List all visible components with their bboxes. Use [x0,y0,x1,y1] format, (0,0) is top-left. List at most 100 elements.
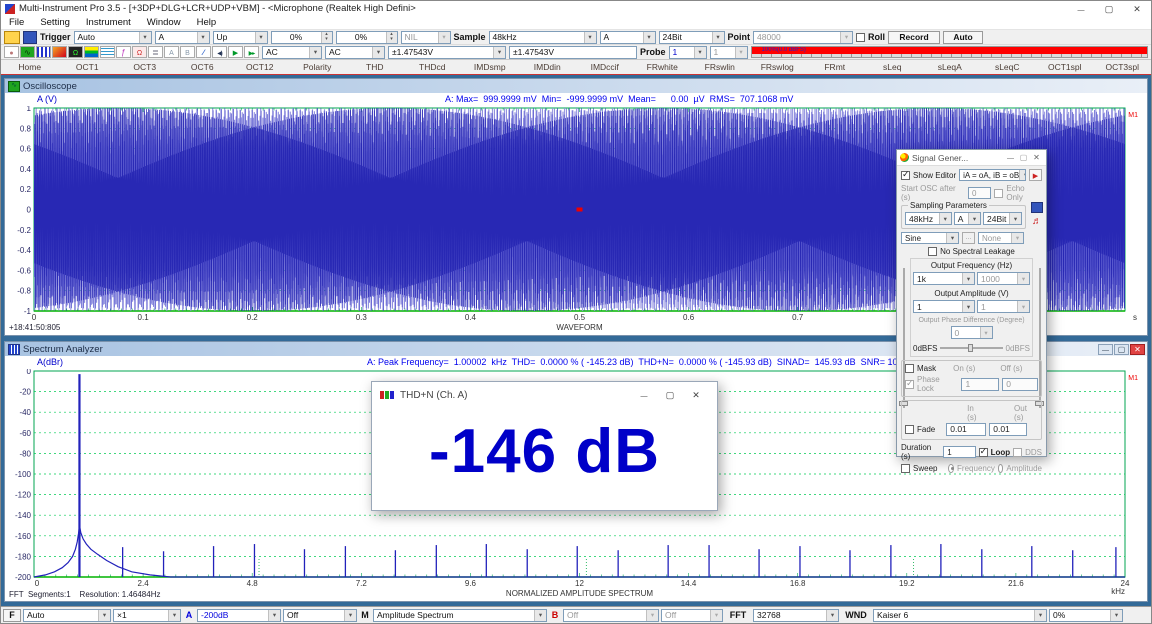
sample-channel-select[interactable]: A▾ [600,31,656,44]
generator-play-button[interactable] [1029,169,1042,181]
fade-checkbox[interactable] [905,425,914,434]
range-a-select[interactable]: ±1.47543V▾ [388,46,506,59]
data-logger-icon[interactable] [100,46,115,58]
spectrogram-icon[interactable] [84,46,99,58]
open-file-icon[interactable] [4,31,20,44]
mask-on-field[interactable]: 1 [961,378,999,391]
calibration-wrench-icon[interactable] [196,46,211,58]
menu-setting[interactable]: Setting [32,16,78,29]
sweep-frequency-radio[interactable] [948,464,954,473]
oscilloscope-icon[interactable] [20,46,35,58]
display-mode-select[interactable]: Amplitude Spectrum▾ [373,609,547,622]
duration-field[interactable]: 1 [943,446,975,458]
tab-oct3[interactable]: OCT3 [116,60,174,74]
loop-checkbox[interactable] [979,448,988,457]
show-editor-checkbox[interactable] [901,171,910,180]
tab-polarity[interactable]: Polarity [289,60,347,74]
sound-device-icon[interactable] [212,46,227,58]
gen-channel-select[interactable]: A▾ [954,212,981,225]
probe-a-select[interactable]: 1▾ [669,46,707,59]
start-osc-field[interactable]: 0 [968,187,991,199]
dds-checkbox[interactable] [1013,448,1022,457]
menu-window[interactable]: Window [139,16,189,29]
amplitude-value-field[interactable]: 1▾ [977,300,1030,313]
routing-select[interactable]: iA = oA, iB = oB▾ [959,169,1026,181]
no-spectral-leakage-checkbox[interactable] [928,247,937,256]
run-loop-icon[interactable] [244,46,259,58]
spinner-arrows-icon[interactable]: ▴▾ [386,32,397,43]
maximize-icon[interactable] [1095,2,1123,16]
phase-lock-checkbox[interactable] [905,380,914,389]
range-b-field[interactable]: ±1.47543V [509,46,637,59]
maximize-icon[interactable] [657,388,683,402]
thd-dialog-titlebar[interactable]: THD+N (Ch. A) [372,382,717,408]
save-signal-icon[interactable] [1031,202,1043,213]
music-note-icon[interactable] [1031,216,1043,228]
record-button[interactable]: Record [888,31,940,44]
trigger-level-spinner[interactable]: 0%▴▾ [271,31,333,44]
coupling-a-select[interactable]: AC▾ [262,46,322,59]
tab-frwhite[interactable]: FRwhite [634,60,692,74]
signal-generator-window[interactable]: Signal Gener... Show Editor iA = oA, iB … [896,149,1047,457]
device-test-plan-icon[interactable] [148,46,163,58]
echo-only-checkbox[interactable] [994,189,1003,198]
coupling-b-select[interactable]: AC▾ [325,46,385,59]
probe-b-select[interactable]: 1▾ [710,46,748,59]
menu-file[interactable]: File [1,16,32,29]
mask-off-field[interactable]: 0 [1002,378,1038,391]
fade-out-field[interactable]: 0.01 [989,423,1027,436]
tab-sleq[interactable]: sLeq [864,60,922,74]
spinner-arrows-icon[interactable]: ▴▾ [321,32,332,43]
channel-a-gain-icon[interactable] [164,46,179,58]
minimize-icon[interactable] [1098,344,1113,355]
tab-home[interactable]: Home [1,60,59,74]
zoom-select[interactable]: ×1▾ [113,609,181,622]
frequency-preset-select[interactable]: 1k▾ [913,272,975,285]
spectrum-analyzer-icon[interactable] [36,46,51,58]
menu-instrument[interactable]: Instrument [78,16,139,29]
thd-dialog[interactable]: THD+N (Ch. A) -146 dB [371,381,718,511]
menu-help[interactable]: Help [189,16,225,29]
tab-frswlog[interactable]: FRswlog [749,60,807,74]
maximize-icon[interactable] [1114,344,1129,355]
phase-value-field[interactable]: 0▾ [951,326,993,339]
range-b-select[interactable]: Off▾ [563,609,659,622]
save-icon[interactable] [23,31,37,44]
waveform-select[interactable]: Sine▾ [901,232,959,244]
range-a-select[interactable]: -200dB▾ [197,609,281,622]
fold-button[interactable]: F [3,609,21,622]
point-count-field[interactable]: 48000▾ [753,31,853,44]
run-icon[interactable] [228,46,243,58]
close-icon[interactable] [1123,2,1151,16]
tab-frswlin[interactable]: FRswlin [691,60,749,74]
tab-thd[interactable]: THD [346,60,404,74]
trigger-mode-select[interactable]: Auto▾ [74,31,152,44]
minimize-icon[interactable] [631,388,657,402]
roll-checkbox[interactable] [856,33,865,42]
minimize-icon[interactable] [1004,153,1017,162]
tab-imdsmp[interactable]: IMDsmp [461,60,519,74]
ref-a-select[interactable]: Off▾ [283,609,357,622]
channel-b-gain-icon[interactable] [180,46,195,58]
sample-rate-select[interactable]: 48kHz▾ [489,31,597,44]
tab-sleqa[interactable]: sLeqA [921,60,979,74]
lcr-meter-icon[interactable] [132,46,147,58]
close-icon[interactable] [1130,344,1145,355]
trigger-edge-select[interactable]: Up▾ [213,31,268,44]
sample-bits-select[interactable]: 24Bit▾ [659,31,725,44]
tab-oct1[interactable]: OCT1 [59,60,117,74]
tab-imdccif[interactable]: IMDccif [576,60,634,74]
multimeter-icon[interactable] [68,46,83,58]
gen-bits-select[interactable]: 24Bit▾ [983,212,1022,225]
mask-checkbox[interactable] [905,364,914,373]
trigger-source-select[interactable]: A▾ [155,31,210,44]
tab-oct6[interactable]: OCT6 [174,60,232,74]
tab-frmt[interactable]: FRmt [806,60,864,74]
amplitude-preset-select[interactable]: 1▾ [913,300,975,313]
derived-data-curve-icon[interactable] [116,46,131,58]
window-select[interactable]: Kaiser 6▾ [873,609,1047,622]
maximize-icon[interactable] [1017,153,1030,162]
signal-generator-titlebar[interactable]: Signal Gener... [897,150,1046,166]
tab-oct12[interactable]: OCT12 [231,60,289,74]
overlap-select[interactable]: 0%▾ [1049,609,1123,622]
